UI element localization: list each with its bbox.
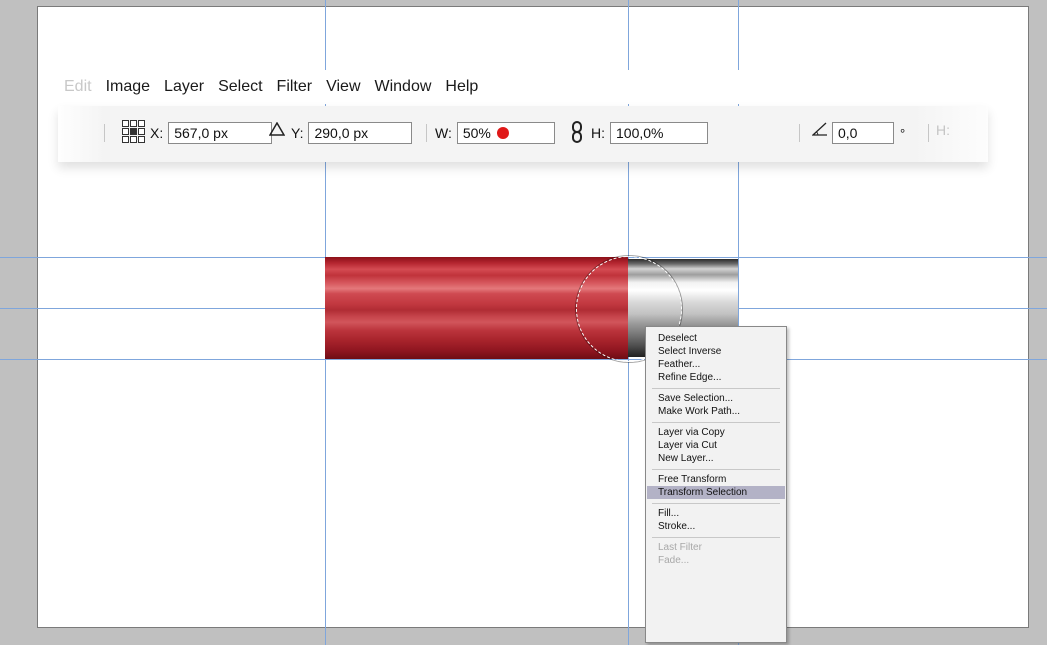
menu-edit[interactable]: Edit: [64, 76, 92, 98]
context-menu-item-feather[interactable]: Feather...: [646, 358, 786, 371]
y-label: Y:: [291, 125, 304, 141]
x-label: X:: [150, 125, 164, 141]
context-menu-item-refine-edge[interactable]: Refine Edge...: [646, 371, 786, 384]
separator: [104, 124, 105, 142]
context-menu-separator: [652, 537, 780, 538]
context-menu-separator: [652, 388, 780, 389]
angle-icon: [812, 122, 827, 136]
context-menu-item-fade: Fade...: [658, 555, 690, 566]
guide-horizontal[interactable]: [0, 359, 1047, 360]
x-position-field[interactable]: [168, 122, 273, 144]
context-menu-item-layer-via-copy[interactable]: Layer via Copy: [646, 426, 786, 439]
context-menu-item-transform-selection[interactable]: Transform Selection: [647, 486, 785, 499]
transform-options-bar: X: Y: W: 50% H: °: [58, 106, 988, 162]
menu-view[interactable]: View: [326, 76, 360, 98]
triangle-icon[interactable]: [269, 122, 285, 136]
separator: [928, 124, 929, 142]
red-dot-icon: [496, 127, 509, 139]
width-field[interactable]: 50%: [456, 122, 555, 144]
rotation-angle-field[interactable]: [832, 122, 894, 144]
y-position-field[interactable]: [308, 122, 413, 144]
context-menu: Deselect Select Inverse Feather... Refine E…: [645, 326, 787, 643]
height-label: H:: [591, 125, 605, 141]
context-menu-item-fill[interactable]: Fill...: [646, 507, 786, 520]
separator: [799, 124, 800, 142]
context-menu-item-layer-via-cut[interactable]: Layer via Cut: [646, 439, 786, 452]
context-menu-item-deselect[interactable]: Deselect: [646, 332, 786, 345]
reference-point-locator[interactable]: [122, 120, 145, 143]
separator: [426, 124, 427, 142]
width-label: W:: [435, 125, 452, 141]
horizontal-skew-label: H:: [936, 122, 950, 138]
context-menu-item-free-transform[interactable]: Free Transform: [646, 473, 786, 486]
chain-link-icon[interactable]: [571, 121, 583, 143]
context-menu-item-new-layer[interactable]: New Layer...: [646, 452, 786, 465]
context-menu-item-save-selection[interactable]: Save Selection...: [646, 392, 786, 405]
menu-bar: Edit Image Layer Select Filter View Wind…: [58, 70, 988, 104]
reference-point-grid-icon[interactable]: [122, 120, 145, 143]
context-menu-item-stroke[interactable]: Stroke...: [646, 520, 786, 533]
menu-layer[interactable]: Layer: [164, 76, 204, 98]
menu-select[interactable]: Select: [218, 76, 262, 98]
context-menu-item-last-filter: Last Filter: [658, 542, 702, 553]
context-menu-separator: [652, 469, 780, 470]
width-value: 50%: [462, 125, 491, 141]
menu-window[interactable]: Window: [375, 76, 432, 98]
context-menu-separator: [652, 422, 780, 423]
context-menu-separator: [652, 503, 780, 504]
menu-image[interactable]: Image: [106, 76, 150, 98]
height-field[interactable]: [610, 122, 708, 144]
menu-help[interactable]: Help: [445, 76, 478, 98]
menu-filter[interactable]: Filter: [277, 76, 313, 98]
context-menu-item-select-inverse[interactable]: Select Inverse: [646, 345, 786, 358]
context-menu-item-make-work-path[interactable]: Make Work Path...: [646, 405, 786, 418]
degree-symbol: °: [900, 125, 906, 141]
